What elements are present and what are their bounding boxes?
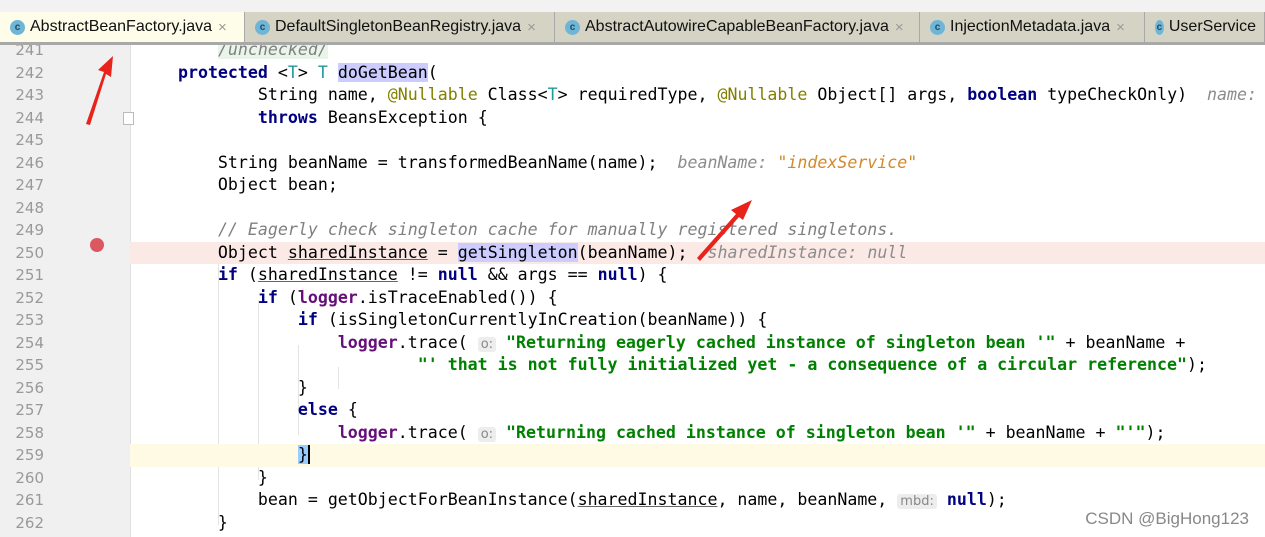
watermark: CSDN @BigHong123 — [1085, 509, 1249, 528]
annotation-arrows — [86, 56, 752, 261]
red-arrow-icon — [697, 200, 752, 261]
red-arrow-icon — [86, 56, 113, 125]
